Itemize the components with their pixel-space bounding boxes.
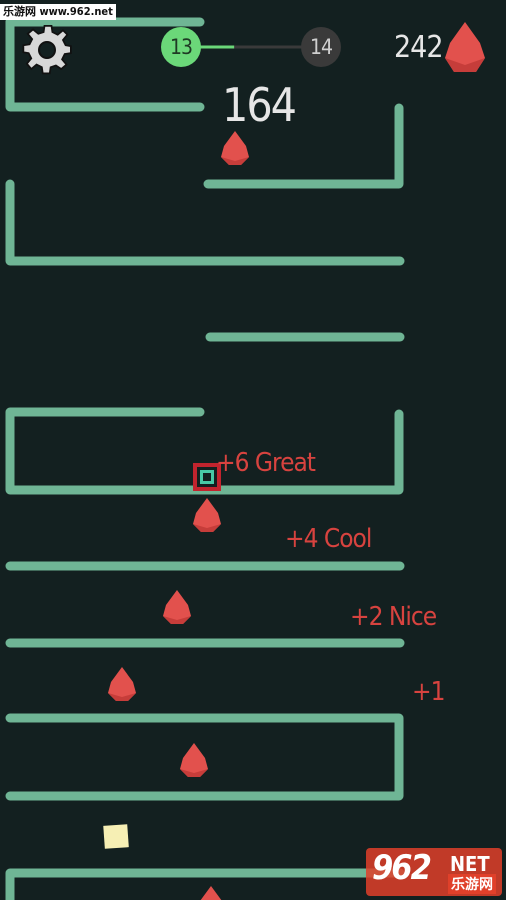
drop-icon <box>108 667 136 701</box>
score: 164 <box>222 78 297 132</box>
score-popup: +2 Nice <box>350 602 437 632</box>
watermark-logo: 962 NET 乐游网 <box>368 848 500 894</box>
score-popup: +1 <box>412 677 445 707</box>
yellow-block <box>103 824 129 849</box>
drop-icon <box>221 131 249 165</box>
score-popup: +4 Cool <box>285 524 372 554</box>
level-next-badge: 14 <box>301 27 341 67</box>
watermark-site-text: 乐游网 www.962.net <box>0 4 116 20</box>
drop-icon <box>445 22 485 72</box>
maze-wall <box>5 179 405 266</box>
gem-count: 242 <box>394 30 444 65</box>
watermark-logo-number: 962 <box>372 848 432 888</box>
drop-icon <box>180 743 208 777</box>
gear-icon[interactable] <box>22 25 72 75</box>
drop-icon <box>193 498 221 532</box>
level-current-badge: 13 <box>161 27 201 67</box>
watermark-logo-sub: 乐游网 <box>448 874 496 894</box>
maze-wall <box>5 713 404 801</box>
watermark-logo-net: NET <box>450 852 490 876</box>
drop-icon <box>200 886 222 900</box>
drop-icon <box>163 590 191 624</box>
score-popup: +6 Great <box>216 448 316 478</box>
